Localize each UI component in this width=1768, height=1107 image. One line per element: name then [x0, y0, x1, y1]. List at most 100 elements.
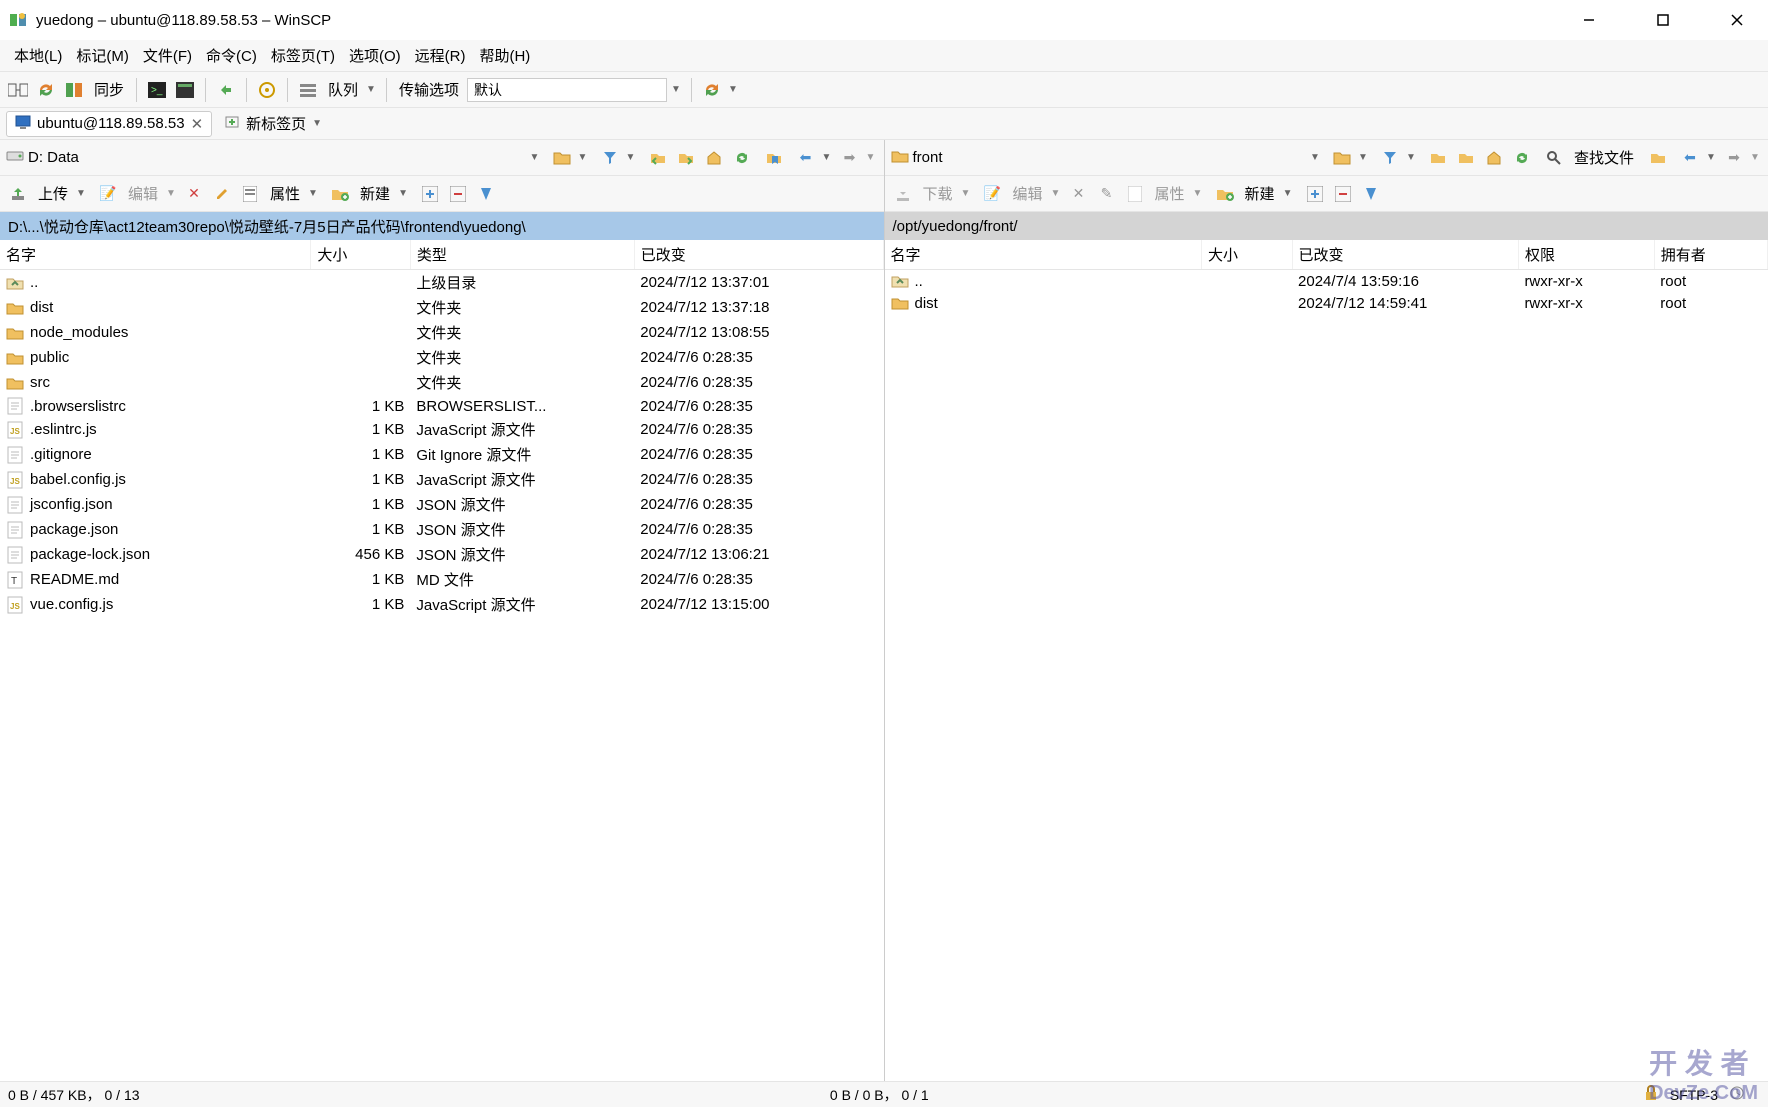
remote-dir-selector[interactable]: front: [913, 149, 943, 166]
forward-icon[interactable]: [1454, 146, 1478, 170]
new-folder-icon[interactable]: [328, 182, 352, 206]
upload-icon[interactable]: [6, 182, 30, 206]
table-row[interactable]: JSvue.config.js1 KBJavaScript 源文件2024/7/…: [0, 592, 883, 617]
filter-icon[interactable]: [1378, 146, 1402, 170]
refresh-dropdown[interactable]: ▼: [728, 84, 740, 95]
column-header[interactable]: 已改变: [1292, 240, 1518, 270]
refresh-all-icon[interactable]: [700, 78, 724, 102]
column-header[interactable]: 已改变: [634, 240, 883, 270]
new-button[interactable]: 新建: [1241, 181, 1279, 206]
sync-label[interactable]: 同步: [90, 77, 128, 102]
back-icon[interactable]: [1426, 146, 1450, 170]
transfer-icon[interactable]: [214, 78, 238, 102]
svg-text:JS: JS: [10, 602, 20, 611]
table-row[interactable]: public文件夹2024/7/6 0:28:35: [0, 345, 883, 370]
transfer-preset-dropdown[interactable]: ▼: [671, 84, 683, 95]
filter-icon[interactable]: [598, 146, 622, 170]
plus-icon[interactable]: [418, 182, 442, 206]
nav-back-arrow-icon[interactable]: ⬅: [794, 146, 818, 170]
menu-item[interactable]: 文件(F): [137, 41, 198, 70]
bookmark-icon[interactable]: [1646, 146, 1670, 170]
table-row[interactable]: jsconfig.json1 KBJSON 源文件2024/7/6 0:28:3…: [0, 492, 883, 517]
column-header[interactable]: 拥有者: [1654, 240, 1767, 270]
table-row[interactable]: package.json1 KBJSON 源文件2024/7/6 0:28:35: [0, 517, 883, 542]
back-icon[interactable]: [646, 146, 670, 170]
new-button[interactable]: 新建: [356, 181, 394, 206]
find-button[interactable]: 查找文件: [1570, 145, 1638, 170]
properties-button[interactable]: 属性: [266, 181, 304, 206]
session-tab[interactable]: ubuntu@118.89.58.53 ✕: [6, 111, 212, 137]
table-row[interactable]: .gitignore1 KBGit Ignore 源文件2024/7/6 0:2…: [0, 442, 883, 467]
column-header[interactable]: 类型: [410, 240, 634, 270]
console-icon[interactable]: [173, 78, 197, 102]
column-header[interactable]: 名字: [885, 240, 1202, 270]
menu-item[interactable]: 帮助(H): [473, 41, 536, 70]
column-header[interactable]: 大小: [311, 240, 410, 270]
table-row[interactable]: JSbabel.config.js1 KBJavaScript 源文件2024/…: [0, 467, 883, 492]
drive-dropdown[interactable]: ▼: [530, 152, 542, 163]
bookmark-icon[interactable]: [762, 146, 786, 170]
new-tab-dropdown[interactable]: ▼: [312, 118, 324, 129]
settings-icon[interactable]: [255, 78, 279, 102]
transfer-preset-input[interactable]: [467, 78, 667, 102]
nav-back-arrow-icon[interactable]: ⬅: [1678, 146, 1702, 170]
refresh-icon[interactable]: [730, 146, 754, 170]
invert-icon[interactable]: [1359, 182, 1383, 206]
local-filelist[interactable]: 名字大小类型已改变..上级目录2024/7/12 13:37:01dist文件夹…: [0, 240, 884, 1092]
invert-icon[interactable]: [474, 182, 498, 206]
minus-icon[interactable]: [1331, 182, 1355, 206]
queue-label[interactable]: 队列: [324, 77, 362, 102]
queue-dropdown[interactable]: ▼: [366, 84, 378, 95]
refresh-icon[interactable]: [1510, 146, 1534, 170]
open-folder-icon[interactable]: [1330, 146, 1354, 170]
compare-icon[interactable]: [62, 78, 86, 102]
rename-icon[interactable]: [210, 182, 234, 206]
queue-icon[interactable]: [296, 78, 320, 102]
column-header[interactable]: 大小: [1201, 240, 1292, 270]
table-row[interactable]: ..上级目录2024/7/12 13:37:01: [0, 270, 883, 296]
column-header[interactable]: 名字: [0, 240, 311, 270]
table-row[interactable]: dist2024/7/12 14:59:41rwxr-xr-xroot: [885, 292, 1768, 314]
table-row[interactable]: src文件夹2024/7/6 0:28:35: [0, 370, 883, 395]
menu-item[interactable]: 选项(O): [343, 41, 407, 70]
close-icon[interactable]: ✕: [191, 115, 204, 133]
new-tab-button[interactable]: 新标签页 ▼: [216, 110, 332, 137]
menu-item[interactable]: 远程(R): [409, 41, 472, 70]
minus-icon[interactable]: [446, 182, 470, 206]
open-folder-icon[interactable]: [550, 146, 574, 170]
table-row[interactable]: ..2024/7/4 13:59:16rwxr-xr-xroot: [885, 270, 1768, 293]
sync-icon[interactable]: [34, 78, 58, 102]
home-icon[interactable]: [1482, 146, 1506, 170]
home-icon[interactable]: [702, 146, 726, 170]
updir-icon: [891, 272, 909, 290]
table-row[interactable]: JS.eslintrc.js1 KBJavaScript 源文件2024/7/6…: [0, 417, 883, 442]
table-row[interactable]: TREADME.md1 KBMD 文件2024/7/6 0:28:35: [0, 567, 883, 592]
upload-button[interactable]: 上传: [34, 181, 72, 206]
download-icon: [891, 182, 915, 206]
delete-icon[interactable]: ✕: [182, 182, 206, 206]
table-row[interactable]: .browserslistrc1 KBBROWSERSLIST...2024/7…: [0, 395, 883, 417]
forward-icon[interactable]: [674, 146, 698, 170]
remote-path[interactable]: /opt/yuedong/front/: [885, 212, 1768, 240]
sync-browse-icon[interactable]: [6, 78, 30, 102]
local-drive-selector[interactable]: D: Data: [28, 149, 79, 166]
terminal-icon[interactable]: >_: [145, 78, 169, 102]
table-row[interactable]: package-lock.json456 KBJSON 源文件2024/7/12…: [0, 542, 883, 567]
find-icon[interactable]: [1542, 146, 1566, 170]
new-folder-icon[interactable]: [1213, 182, 1237, 206]
menu-item[interactable]: 本地(L): [8, 41, 68, 70]
plus-icon[interactable]: [1303, 182, 1327, 206]
menu-item[interactable]: 命令(C): [200, 41, 263, 70]
menu-item[interactable]: 标记(M): [70, 41, 135, 70]
maximize-button[interactable]: [1640, 5, 1686, 35]
table-row[interactable]: dist文件夹2024/7/12 13:37:18: [0, 295, 883, 320]
minimize-button[interactable]: [1566, 5, 1612, 35]
local-path[interactable]: D:\...\悦动仓库\act12team30repo\悦动壁纸-7月5日产品代…: [0, 212, 884, 240]
close-button[interactable]: [1714, 5, 1760, 35]
column-header[interactable]: 权限: [1518, 240, 1654, 270]
properties-icon[interactable]: [238, 182, 262, 206]
table-row[interactable]: node_modules文件夹2024/7/12 13:08:55: [0, 320, 883, 345]
remote-filelist[interactable]: 名字大小已改变权限拥有者..2024/7/4 13:59:16rwxr-xr-x…: [885, 240, 1768, 1092]
remote-dir-dropdown[interactable]: ▼: [1310, 152, 1322, 163]
menu-item[interactable]: 标签页(T): [265, 41, 341, 70]
